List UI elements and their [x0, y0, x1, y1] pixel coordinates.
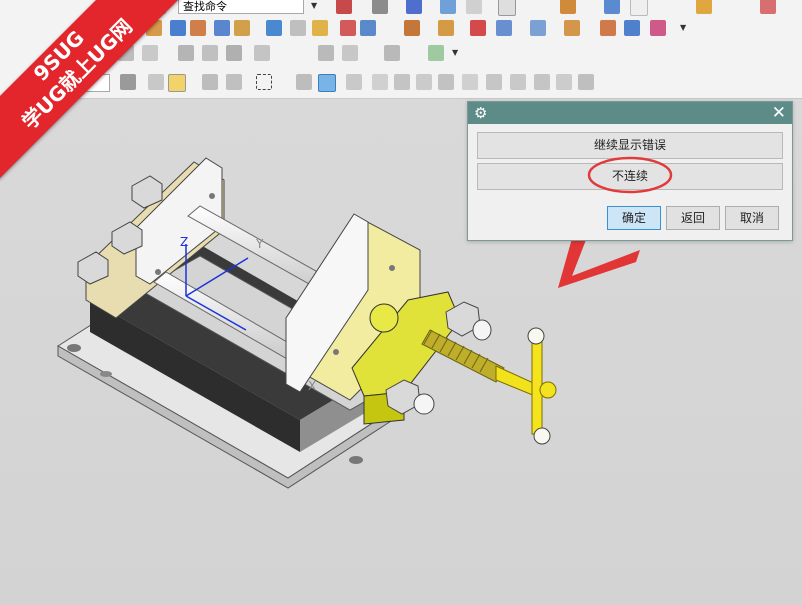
bridge-curve-icon[interactable] [342, 45, 358, 61]
spline-icon[interactable] [178, 45, 194, 61]
handle-knob [533, 427, 551, 445]
bolt-end [413, 393, 435, 415]
snap-endpoint-icon[interactable] [346, 74, 362, 90]
extrude-icon[interactable] [406, 0, 422, 14]
toolbar-row-4 [0, 72, 802, 96]
close-icon[interactable]: ✕ [772, 103, 786, 123]
delete-face-icon[interactable] [470, 20, 486, 36]
snap-on-face-icon[interactable] [578, 74, 594, 90]
snap-midpoint-icon[interactable] [372, 74, 388, 90]
unite-icon[interactable] [214, 20, 230, 36]
pattern-icon[interactable] [560, 0, 576, 14]
select-cursor-icon[interactable] [630, 0, 648, 16]
handle-knob [527, 327, 545, 345]
jaw-screw [209, 193, 215, 199]
mount-hole [100, 371, 112, 377]
datum-axis-icon[interactable] [170, 20, 186, 36]
snap-existing-point-icon[interactable] [534, 74, 550, 90]
back-button[interactable]: 返回 [666, 206, 720, 230]
snap-tangent-icon[interactable] [510, 74, 526, 90]
offset-curve-icon[interactable] [318, 45, 334, 61]
resize-blend-icon[interactable] [530, 20, 546, 36]
ok-button[interactable]: 确定 [607, 206, 661, 230]
chamfer-icon[interactable] [290, 20, 306, 36]
measure-icon[interactable] [760, 0, 776, 14]
cancel-button[interactable]: 取消 [725, 206, 779, 230]
group-icon[interactable] [384, 45, 400, 61]
error-dialog: ⚙ ✕ 继续显示错误 不连续 确定 返回 取消 [467, 101, 793, 241]
pan-icon[interactable] [226, 74, 242, 90]
trim-body-icon[interactable] [360, 20, 376, 36]
chevron-down-icon[interactable]: ▼ [680, 20, 686, 36]
box-icon[interactable] [498, 0, 516, 16]
jaw-screw [333, 349, 339, 355]
jaw-screw [389, 265, 395, 271]
intersection-curve-icon[interactable] [202, 45, 218, 61]
chevron-down-icon[interactable]: ▼ [452, 45, 458, 61]
snap-curve-icon[interactable] [416, 74, 432, 90]
bolt-end [472, 319, 492, 341]
edge-blend-icon[interactable] [266, 20, 282, 36]
command-finder-input[interactable]: 查找命令 [178, 0, 304, 14]
snap-on-curve-icon[interactable] [556, 74, 572, 90]
mirror-icon[interactable] [604, 0, 620, 14]
feature-icon[interactable] [336, 0, 352, 14]
dimension-icon[interactable] [254, 45, 270, 61]
snap-quadrant-icon[interactable] [486, 74, 502, 90]
move-face-icon[interactable] [438, 20, 454, 36]
gear-icon: ⚙ [474, 104, 488, 122]
sew-icon[interactable] [650, 20, 666, 36]
pattern-face-icon[interactable] [564, 20, 580, 36]
subtract-icon[interactable] [234, 20, 250, 36]
analysis-icon[interactable] [696, 0, 712, 14]
jaw-screw [155, 269, 161, 275]
snap-center-icon[interactable] [462, 74, 478, 90]
shaded-view-icon[interactable] [318, 74, 336, 92]
revolve-icon[interactable] [440, 0, 456, 14]
lead-screw [421, 329, 505, 383]
draft-icon[interactable] [312, 20, 328, 36]
handle-pivot [539, 381, 557, 399]
snap-intersection-icon[interactable] [438, 74, 454, 90]
hole-icon[interactable] [466, 0, 482, 14]
block-icon[interactable] [372, 0, 388, 14]
datum-csys-icon[interactable] [190, 20, 206, 36]
project-curve-icon[interactable] [226, 45, 242, 61]
mount-hole [67, 344, 81, 352]
snap-control-icon[interactable] [394, 74, 410, 90]
snap-point-icon[interactable] [148, 74, 164, 90]
assembly-icon[interactable] [120, 74, 136, 90]
z-axis-label: Z [180, 235, 188, 249]
extract-icon[interactable] [428, 45, 444, 61]
highlight-ellipse [587, 156, 673, 194]
x-axis-label: X [308, 379, 316, 393]
replace-face-icon[interactable] [496, 20, 512, 36]
thicken-icon[interactable] [624, 20, 640, 36]
offset-face-icon[interactable] [404, 20, 420, 36]
linked-body-icon[interactable] [600, 20, 616, 36]
render-style-icon[interactable] [296, 74, 312, 90]
box-select-icon[interactable] [256, 74, 272, 90]
nut-center [369, 303, 399, 333]
dialog-title-bar[interactable]: ⚙ ✕ [468, 102, 792, 124]
mount-hole [349, 456, 363, 464]
rotate-icon[interactable] [202, 74, 218, 90]
chevron-down-icon[interactable]: ▼ [311, 0, 317, 14]
arc-icon[interactable] [142, 45, 158, 61]
y-axis-label: Y [255, 237, 264, 251]
selection-filter-icon[interactable] [168, 74, 186, 92]
shell-icon[interactable] [340, 20, 356, 36]
